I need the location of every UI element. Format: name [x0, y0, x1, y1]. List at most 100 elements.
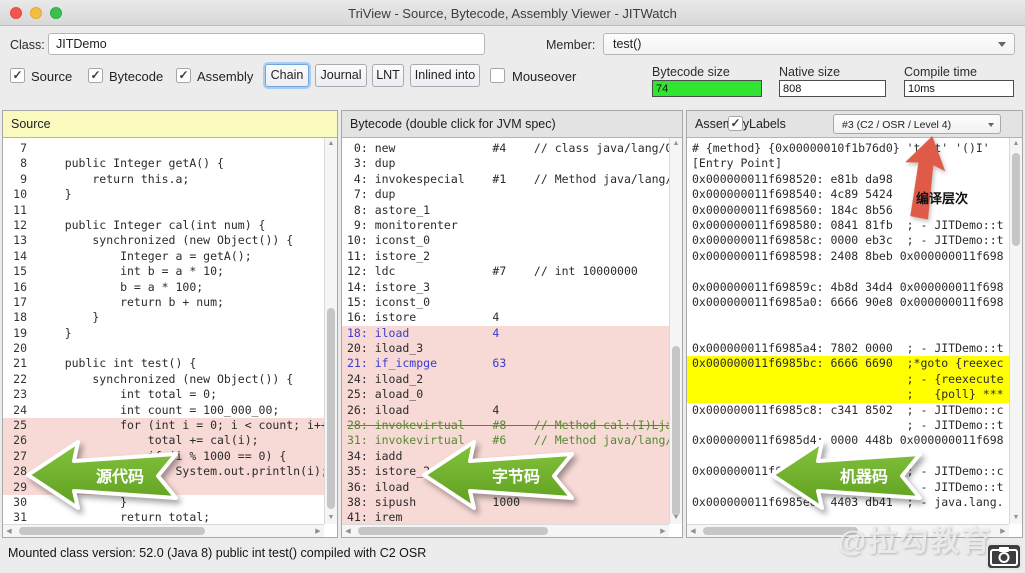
code-line[interactable]: 26: iload 4 [342, 403, 669, 418]
journal-button[interactable]: Journal [315, 64, 367, 87]
code-line[interactable]: ; {poll} *** [687, 387, 1009, 402]
scroll-down-icon[interactable]: ▼ [1010, 513, 1022, 523]
chevron-down-icon [988, 123, 994, 127]
compile-time-label: Compile time [904, 65, 977, 79]
inlined-into-button[interactable]: Inlined into [410, 64, 480, 87]
code-line[interactable]: 0x000000011f69859c: 4b8d 34d4 0x00000001… [687, 280, 1009, 295]
native-size-value: 808 [779, 80, 886, 97]
code-line[interactable]: 8 public Integer getA() { [3, 156, 324, 171]
code-line[interactable]: 20: iload_3 [342, 341, 669, 356]
bytecode-horizontal-scrollbar[interactable]: ◀ ▶ [342, 524, 669, 537]
chain-button[interactable]: Chain [265, 64, 309, 87]
bytecode-arrow-label: 字节码 [492, 467, 540, 486]
scroll-up-icon[interactable]: ▲ [325, 139, 337, 149]
scroll-down-icon[interactable]: ▼ [325, 513, 337, 523]
scroll-left-icon[interactable]: ◀ [4, 527, 14, 537]
code-line[interactable] [687, 310, 1009, 325]
code-line[interactable]: 3: dup [342, 156, 669, 171]
class-input[interactable]: JITDemo [48, 33, 485, 55]
code-line[interactable]: 0x000000011f698580: 0841 81fb ; - JITDem… [687, 218, 1009, 233]
mouseover-checkbox[interactable] [490, 68, 505, 83]
code-line[interactable]: ; - JITDemo::t [687, 418, 1009, 433]
code-line[interactable]: 0x000000011f6985a4: 7802 0000 ; - JITDem… [687, 341, 1009, 356]
scroll-up-icon[interactable]: ▲ [1010, 139, 1022, 149]
code-line[interactable]: 24 int count = 100_000_00; [3, 403, 324, 418]
assembly-arrow-label: 机器码 [840, 467, 888, 486]
scroll-up-icon[interactable]: ▲ [670, 139, 682, 149]
code-line[interactable]: 15: iconst_0 [342, 295, 669, 310]
code-line[interactable]: 8: astore_1 [342, 203, 669, 218]
scrollbar-thumb[interactable] [358, 527, 548, 535]
code-line[interactable]: 25: aload_0 [342, 387, 669, 402]
member-label: Member: [546, 38, 595, 52]
source-checkbox[interactable]: ✓ [10, 68, 25, 83]
compile-level-label: 编译层次 [916, 188, 968, 207]
scroll-left-icon[interactable]: ◀ [688, 527, 698, 537]
code-line[interactable]: 0x000000011f6985a0: 6666 90e8 0x00000001… [687, 295, 1009, 310]
assembly-checkbox[interactable]: ✓ [176, 68, 191, 83]
code-line[interactable]: 23 int total = 0; [3, 387, 324, 402]
code-line[interactable]: 4: invokespecial #1 // Method java/lang/ [342, 172, 669, 187]
code-line[interactable]: ; - {reexecute [687, 372, 1009, 387]
code-line[interactable]: 12: ldc #7 // int 10000000 [342, 264, 669, 279]
code-line[interactable] [687, 264, 1009, 279]
assembly-panel-header: Assembly ✓ Labels #3 (C2 / OSR / Level 4… [687, 111, 1022, 138]
code-line[interactable]: 16: istore 4 [342, 310, 669, 325]
scroll-left-icon[interactable]: ◀ [343, 527, 353, 537]
code-line[interactable]: 0x000000011f6985c8: c341 8502 ; - JITDem… [687, 403, 1009, 418]
scroll-right-icon[interactable]: ▶ [658, 527, 668, 537]
code-line[interactable]: 0: new #4 // class java/lang/O [342, 141, 669, 156]
bytecode-vertical-scrollbar[interactable]: ▲ ▼ [669, 138, 682, 524]
code-line[interactable]: 24: iload_2 [342, 372, 669, 387]
code-line[interactable]: 9 return this.a; [3, 172, 324, 187]
scroll-right-icon[interactable]: ▶ [313, 527, 323, 537]
code-line[interactable]: 13 synchronized (new Object()) { [3, 233, 324, 248]
scroll-right-icon[interactable]: ▶ [998, 527, 1008, 537]
title-bar: TriView - Source, Bytecode, Assembly Vie… [0, 0, 1025, 26]
code-line[interactable]: 10 } [3, 187, 324, 202]
code-line[interactable]: 17 return b + num; [3, 295, 324, 310]
scrollbar-thumb[interactable] [703, 527, 858, 535]
source-vertical-scrollbar[interactable]: ▲ ▼ [324, 138, 337, 524]
member-select[interactable]: test() [603, 33, 1015, 55]
code-line[interactable]: 0x000000011f6985bc: 6666 6690 ;*goto {re… [687, 356, 1009, 371]
code-line[interactable]: 10: iconst_0 [342, 233, 669, 248]
code-line[interactable]: 21: if_icmpge 63 [342, 356, 669, 371]
labels-checkbox[interactable]: ✓ [728, 116, 743, 131]
code-line[interactable]: 19 } [3, 326, 324, 341]
code-line[interactable]: 14 Integer a = getA(); [3, 249, 324, 264]
watermark: @拉勾教育 [838, 518, 992, 560]
scrollbar-thumb[interactable] [19, 527, 205, 535]
code-line[interactable]: 16 b = a * 100; [3, 280, 324, 295]
lnt-button[interactable]: LNT [372, 64, 404, 87]
code-line[interactable]: 0x000000011f698598: 2408 8beb 0x00000001… [687, 249, 1009, 264]
assembly-checkbox-label: Assembly [197, 69, 253, 84]
code-line[interactable]: 9: monitorenter [342, 218, 669, 233]
code-line[interactable]: 15 int b = a * 10; [3, 264, 324, 279]
code-line[interactable]: 7 [3, 141, 324, 156]
code-line[interactable]: 25 for (int i = 0; i < count; i++) { [3, 418, 324, 433]
code-line[interactable]: 0x000000011f69858c: 0000 eb3c ; - JITDem… [687, 233, 1009, 248]
code-line[interactable]: 18 } [3, 310, 324, 325]
source-arrow-label: 源代码 [96, 467, 144, 486]
code-line[interactable]: 22 synchronized (new Object()) { [3, 372, 324, 387]
code-line[interactable] [687, 326, 1009, 341]
code-line[interactable]: 11: istore_2 [342, 249, 669, 264]
assembly-vertical-scrollbar[interactable]: ▲ ▼ [1009, 138, 1022, 524]
code-line[interactable]: 7: dup [342, 187, 669, 202]
code-line[interactable]: 14: istore_3 [342, 280, 669, 295]
code-line[interactable]: 12 public Integer cal(int num) { [3, 218, 324, 233]
bytecode-checkbox[interactable]: ✓ [88, 68, 103, 83]
source-horizontal-scrollbar[interactable]: ◀ ▶ [3, 524, 324, 537]
class-label: Class: [10, 38, 45, 52]
code-line[interactable]: 18: iload 4 [342, 326, 669, 341]
scrollbar-thumb[interactable] [672, 346, 680, 516]
scroll-down-icon[interactable]: ▼ [670, 513, 682, 523]
code-line[interactable]: 0x000000011f698520: e81b da98 [687, 172, 1009, 187]
scrollbar-thumb[interactable] [1012, 153, 1020, 246]
code-line[interactable]: 11 [3, 203, 324, 218]
code-line[interactable]: 21 public int test() { [3, 356, 324, 371]
scrollbar-thumb[interactable] [327, 308, 335, 509]
code-line[interactable]: 20 [3, 341, 324, 356]
code-line[interactable]: 28: invokevirtual #8 // Method cal:(I)Lj… [342, 418, 669, 433]
